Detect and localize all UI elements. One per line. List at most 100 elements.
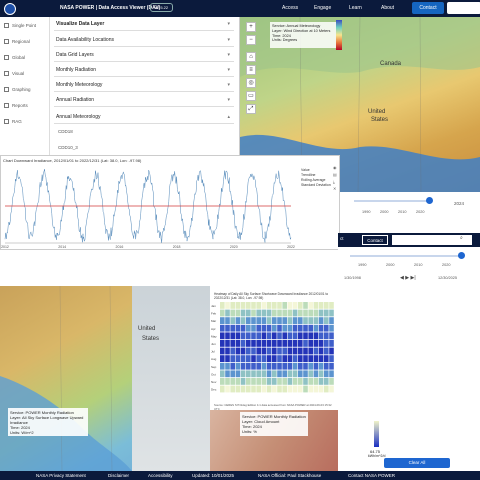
heatmap-cell <box>272 332 277 339</box>
playback-controls[interactable]: ◀ ▶ ▶| <box>400 275 416 281</box>
time-slider-top[interactable]: 1990 2000 2010 2020 2024 <box>340 192 480 222</box>
map-label-united-2: United <box>138 326 155 332</box>
sidebar-item-visual[interactable]: Visual <box>4 71 24 76</box>
home-icon[interactable]: ⌂ <box>246 52 256 62</box>
sidebar-item-regional[interactable]: Regional <box>4 39 30 44</box>
heatmap-cell <box>324 302 329 309</box>
heatmap-cell <box>230 386 235 393</box>
app-title: NASA POWER | Data Access Viewer (DAV) <box>60 5 160 11</box>
heatmap-cell <box>324 363 329 370</box>
heatmap-cell <box>277 386 282 393</box>
heatmap-cell <box>262 355 267 362</box>
heatmap-cell <box>220 325 225 332</box>
nav-about[interactable]: About <box>381 5 394 11</box>
start-date[interactable]: 1/30/1998 <box>344 276 361 280</box>
footer-contact[interactable]: Contact NASA POWER <box>348 471 395 480</box>
layer-row-grid[interactable]: Data Grid Layers ▾ <box>54 48 234 62</box>
nav-engage[interactable]: Engage <box>314 5 331 11</box>
search-input[interactable] <box>447 2 480 14</box>
fullscreen-icon[interactable]: ⤢ <box>246 104 256 114</box>
map-label-states-2: States <box>142 336 159 342</box>
zoom-in-icon[interactable]: + <box>246 22 256 32</box>
map-lower-center[interactable]: United States <box>132 286 210 471</box>
layer-panel-header[interactable]: Visualize Data Layer ▾ <box>54 17 234 31</box>
heatmap-cell <box>319 325 324 332</box>
heatmap-cell <box>220 378 225 385</box>
heatmap-cell <box>225 348 230 355</box>
layer-row-monthly-meteorology[interactable]: Monthly Meteorology ▾ <box>54 78 234 92</box>
map-label-states: States <box>371 117 388 123</box>
heatmap-cell <box>277 363 282 370</box>
heatmap-cell <box>298 302 303 309</box>
footer-accessibility[interactable]: Accessibility <box>148 471 173 480</box>
heatmap-cell <box>324 370 329 377</box>
footer-disclaimer[interactable]: Disclaimer <box>108 471 129 480</box>
layer-panel: Visualize Data Layer ▾ Data Availability … <box>50 17 240 157</box>
zoom-out-icon[interactable]: − <box>246 35 256 45</box>
slider-handle-2[interactable] <box>458 252 465 259</box>
sidebar-item-graphing[interactable]: Graphing <box>4 87 31 92</box>
slider-track-2[interactable] <box>350 255 460 257</box>
heatmap-cell <box>220 310 225 317</box>
heatmap-cell <box>324 355 329 362</box>
layer-row-availability[interactable]: Data Availability Locations ▾ <box>54 33 234 47</box>
sidebar-item-single-point[interactable]: Single Point <box>4 23 36 28</box>
clear-all-button[interactable]: Clear All <box>384 458 450 468</box>
heatmap-cell <box>256 310 261 317</box>
heatmap-cell <box>298 355 303 362</box>
chevron-down-icon: ▾ <box>227 17 230 31</box>
heatmap-cell <box>303 348 308 355</box>
layer-row-monthly-radiation[interactable]: Monthly Radiation ▾ <box>54 63 234 77</box>
contact-button[interactable]: Contact <box>412 2 444 14</box>
heatmap-cell <box>256 348 261 355</box>
heatmap-month-label: May <box>211 334 217 338</box>
slider-track[interactable] <box>354 200 430 202</box>
sub-item-cdd18[interactable]: CDD18 <box>58 125 234 139</box>
chart-toolbar[interactable]: ◉ ▤ ⤓ ✕ <box>333 164 338 204</box>
heatmap-title: Heatmap of Daily All Sky Surface Shortwa… <box>214 292 338 300</box>
search-icon[interactable]: ⌕ <box>460 235 463 241</box>
layer-row-annual-radiation[interactable]: Annual Radiation ▾ <box>54 93 234 107</box>
sub-item-cdd10[interactable]: CDD10_3 <box>58 141 234 155</box>
nasa-logo-icon[interactable] <box>4 3 16 15</box>
heatmap-cell <box>230 340 235 347</box>
sidebar-item-rag[interactable]: RAG <box>4 119 22 124</box>
footer-official: NASA Official: Paul Stackhouse <box>258 471 321 480</box>
heatmap-cell <box>319 332 324 339</box>
heatmap-cell <box>329 355 334 362</box>
heatmap-cell <box>246 332 251 339</box>
heatmap-cell <box>303 302 308 309</box>
heatmap-cell <box>308 363 313 370</box>
layer-row-annual-meteorology[interactable]: Annual Meteorology ▴ <box>54 110 234 124</box>
heatmap-cell <box>241 363 246 370</box>
heatmap-cell <box>282 355 287 362</box>
heatmap-cell <box>251 355 256 362</box>
heatmap-cell <box>308 378 313 385</box>
heatmap-cell <box>251 325 256 332</box>
end-date[interactable]: 12/30/2025 <box>438 276 457 280</box>
heatmap-cell <box>293 363 298 370</box>
heatmap-cell <box>288 378 293 385</box>
heatmap-cell <box>314 386 319 393</box>
heatmap-cell <box>262 378 267 385</box>
heatmap-cell <box>314 355 319 362</box>
locate-icon[interactable]: ◎ <box>246 78 256 88</box>
sidebar-item-global[interactable]: Global <box>4 55 25 60</box>
heatmap-cell <box>314 310 319 317</box>
sidebar-item-reports[interactable]: Reports <box>4 103 28 108</box>
heatmap-cell <box>298 378 303 385</box>
graph-icon <box>4 87 9 92</box>
top-header: NASA POWER | Data Access Viewer (DAV) v2… <box>0 0 480 17</box>
contact-button-2[interactable]: Contact <box>362 235 388 245</box>
heatmap-cell <box>324 332 329 339</box>
layers-toggle-icon[interactable]: ≡ <box>246 65 256 75</box>
measure-icon[interactable]: ▭ <box>246 91 256 101</box>
footer-privacy[interactable]: NASA Privacy Statement <box>36 471 86 480</box>
map-label-canada: Canada <box>380 61 401 67</box>
heatmap-cell <box>267 348 272 355</box>
nav-access[interactable]: Access <box>282 5 298 11</box>
heatmap-cell <box>256 340 261 347</box>
nav-learn[interactable]: Learn <box>349 5 362 11</box>
slider-handle[interactable] <box>426 197 433 204</box>
heatmap-cell <box>288 302 293 309</box>
